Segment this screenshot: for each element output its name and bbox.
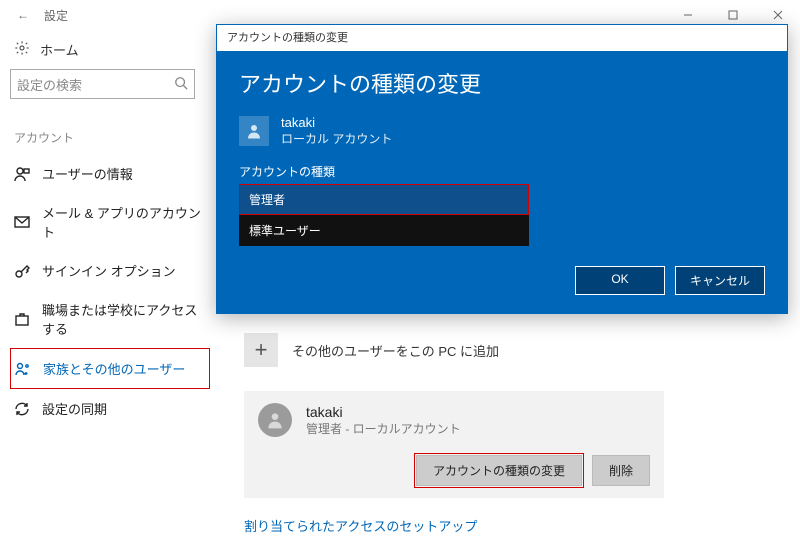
- cancel-button[interactable]: キャンセル: [675, 266, 765, 295]
- sidebar-item-label: 設定の同期: [42, 399, 107, 418]
- mail-icon: [14, 214, 30, 230]
- sidebar-item-label: サインイン オプション: [42, 261, 176, 280]
- sidebar-item-label: 職場または学校にアクセスする: [42, 300, 206, 338]
- sidebar-item-user-info[interactable]: ユーザーの情報: [10, 154, 210, 193]
- dropdown-option-admin[interactable]: 管理者: [239, 184, 529, 215]
- add-other-user-label: その他のユーザーをこの PC に追加: [292, 341, 499, 360]
- sidebar-item-family-other-users[interactable]: 家族とその他のユーザー: [10, 348, 210, 389]
- gear-icon: [14, 40, 30, 59]
- search-input[interactable]: 設定の検索: [10, 69, 195, 99]
- sidebar-item-label: ユーザーの情報: [42, 164, 133, 183]
- add-other-user[interactable]: + その他のユーザーをこの PC に追加: [244, 333, 780, 367]
- sidebar: ホーム 設定の検索 アカウント ユーザーの情報 メール & アプリのアカウント …: [0, 30, 210, 559]
- avatar: [258, 403, 292, 437]
- dialog-titlebar: アカウントの種類の変更: [217, 25, 787, 51]
- key-icon: [14, 263, 30, 279]
- sidebar-item-email-accounts[interactable]: メール & アプリのアカウント: [10, 193, 210, 251]
- home-link[interactable]: ホーム: [10, 40, 210, 59]
- assigned-access-link[interactable]: 割り当てられたアクセスのセットアップ: [244, 516, 780, 535]
- person-icon: [14, 166, 30, 182]
- user-card: takaki 管理者 - ローカルアカウント アカウントの種類の変更 削除: [244, 391, 664, 498]
- sidebar-item-sync[interactable]: 設定の同期: [10, 389, 210, 428]
- briefcase-icon: [14, 311, 30, 327]
- search-placeholder: 設定の検索: [17, 75, 82, 94]
- sidebar-section-header: アカウント: [10, 129, 210, 146]
- sidebar-item-label: 家族とその他のユーザー: [43, 359, 185, 378]
- window-title: 設定: [38, 7, 665, 24]
- account-type-label: アカウントの種類: [239, 163, 765, 180]
- delete-user-button[interactable]: 削除: [592, 455, 650, 486]
- avatar: [239, 116, 269, 146]
- dropdown-option-standard[interactable]: 標準ユーザー: [239, 215, 529, 246]
- user-role: 管理者 - ローカルアカウント: [306, 420, 461, 437]
- dialog-heading: アカウントの種類の変更: [239, 67, 765, 99]
- user-name: takaki: [306, 404, 461, 420]
- people-icon: [15, 361, 31, 377]
- sidebar-item-signin-options[interactable]: サインイン オプション: [10, 251, 210, 290]
- sidebar-item-work-access[interactable]: 職場または学校にアクセスする: [10, 290, 210, 348]
- back-button[interactable]: ←: [8, 8, 38, 22]
- sync-icon: [14, 401, 30, 417]
- dialog-user-name: takaki: [281, 115, 392, 130]
- change-account-type-button[interactable]: アカウントの種類の変更: [416, 455, 582, 486]
- dialog-user-subtitle: ローカル アカウント: [281, 130, 392, 147]
- account-type-dropdown[interactable]: 管理者 標準ユーザー: [239, 184, 529, 246]
- ok-button[interactable]: OK: [575, 266, 665, 295]
- sidebar-item-label: メール & アプリのアカウント: [42, 203, 206, 241]
- search-icon: [174, 76, 188, 93]
- home-label: ホーム: [40, 40, 79, 59]
- change-account-type-dialog: アカウントの種類の変更 アカウントの種類の変更 takaki ローカル アカウン…: [216, 24, 788, 314]
- plus-icon: +: [244, 333, 278, 367]
